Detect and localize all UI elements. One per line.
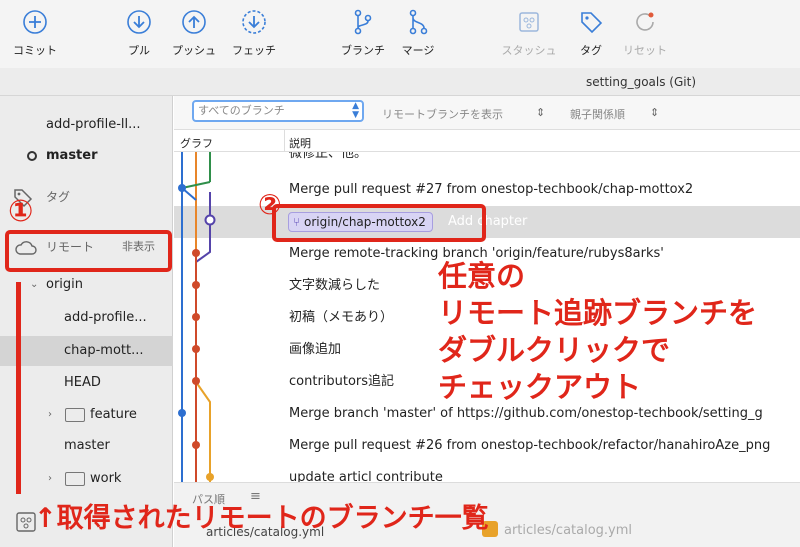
reset-label: リセット bbox=[623, 44, 667, 57]
fetch-circle-icon bbox=[242, 10, 266, 34]
annotation-number-2: ② bbox=[258, 188, 282, 221]
commit-message: 微修正、他。 bbox=[289, 152, 368, 161]
order-select[interactable]: 親子関係順 bbox=[570, 106, 625, 122]
sidebar-remote-branch-selected[interactable]: chap-mott... bbox=[0, 336, 173, 366]
fetch-button[interactable]: フェッチ bbox=[214, 8, 294, 58]
annotation-number-1: ① bbox=[8, 194, 34, 229]
arrow-up-circle-icon bbox=[182, 10, 206, 34]
column-description[interactable]: 説明 bbox=[289, 135, 311, 151]
annotation-box-remotes bbox=[5, 230, 172, 272]
sidebar: add-profile-ll... master タグ リモート 非表示 ⌄ o… bbox=[0, 96, 173, 547]
chevron-updown-icon[interactable]: ⇕ bbox=[650, 106, 659, 119]
commit-label: コミット bbox=[13, 44, 57, 57]
sidebar-branch-master[interactable]: master bbox=[0, 141, 173, 171]
commit-message: 画像追加 bbox=[289, 342, 342, 357]
chevron-right-icon[interactable]: › bbox=[48, 400, 52, 430]
arrow-down-circle-icon bbox=[127, 10, 151, 34]
sidebar-remote-folder-work[interactable]: › work bbox=[0, 464, 173, 494]
sidebar-remote-origin[interactable]: ⌄ origin bbox=[0, 270, 173, 300]
sidebar-remote-master[interactable]: master bbox=[0, 431, 173, 461]
merge-label: マージ bbox=[401, 44, 435, 57]
commit-dot bbox=[178, 184, 186, 192]
commit-message: update articl contribute bbox=[289, 470, 443, 482]
commit-message: contributors追記 bbox=[289, 374, 395, 389]
folder-icon bbox=[65, 408, 85, 422]
branch-filter-value: すべてのブランチ bbox=[198, 104, 285, 117]
commit-dot bbox=[192, 377, 200, 385]
filter-bar: すべてのブランチ ▲ ▼ リモートブランチを表示 ⇕ 親子関係順 ⇕ bbox=[174, 96, 800, 130]
merge-button[interactable]: マージ bbox=[378, 8, 458, 58]
annotation-box-branch bbox=[272, 204, 486, 242]
reset-icon bbox=[636, 12, 654, 31]
commit-dot bbox=[192, 441, 200, 449]
sidebar-branch-master-label: master bbox=[46, 148, 98, 163]
sidebar-remote-head[interactable]: HEAD bbox=[0, 368, 173, 398]
chevron-updown-icon: ▲ ▼ bbox=[352, 101, 359, 120]
folder-icon bbox=[65, 472, 85, 486]
folder-label: work bbox=[90, 471, 122, 486]
file-path-right[interactable]: articles/catalog.yml bbox=[504, 523, 632, 538]
sidebar-remote-origin-label: origin bbox=[46, 277, 84, 292]
annotation-bottom-note: ↑取得されたリモートのブランチ一覧 bbox=[34, 503, 489, 534]
fetch-label: フェッチ bbox=[232, 44, 276, 57]
commit-dot bbox=[192, 313, 200, 321]
annotation-note-line: ダブルクリックで bbox=[438, 333, 671, 367]
annotation-note-line: 任意の bbox=[438, 259, 526, 293]
tag-icon bbox=[581, 12, 603, 34]
folder-label: feature bbox=[90, 407, 137, 422]
column-graph[interactable]: グラフ bbox=[180, 135, 213, 151]
annotation-note-line: リモート追跡ブランチを bbox=[438, 296, 758, 330]
show-remote-branches-toggle[interactable]: リモートブランチを表示 bbox=[382, 106, 503, 122]
commit-button[interactable]: コミット bbox=[0, 8, 75, 58]
commit-dot bbox=[192, 345, 200, 353]
branch-icon bbox=[354, 9, 372, 35]
commit-dot bbox=[178, 409, 186, 417]
merge-icon bbox=[409, 9, 428, 35]
commit-message: 初稿（メモあり） bbox=[289, 310, 394, 325]
sidebar-tags-label: タグ bbox=[46, 190, 71, 204]
annotation-note-line: チェックアウト bbox=[438, 370, 642, 404]
commit-message: Merge pull request #27 from onestop-tech… bbox=[289, 182, 694, 197]
toolbar: コミット プル プッシュ フェッチ ブランチ マージ スタッシュ タグ リセット bbox=[0, 0, 800, 68]
commit-message: 文字数減らした bbox=[289, 278, 381, 293]
annotation-note: 任意の リモート追跡ブランチを ダブルクリックで チェックアウト bbox=[438, 258, 757, 406]
commit-dot bbox=[204, 214, 216, 226]
column-divider bbox=[284, 130, 285, 152]
title-bar: setting_goals (Git) bbox=[0, 68, 800, 96]
current-branch-icon bbox=[27, 151, 37, 161]
chevron-right-icon[interactable]: › bbox=[48, 464, 52, 494]
commit-dot bbox=[206, 473, 214, 481]
sidebar-branch-add-profile[interactable]: add-profile-ll... bbox=[0, 110, 173, 140]
plus-circle-icon bbox=[23, 10, 47, 34]
window-title: setting_goals (Git) bbox=[585, 75, 696, 89]
commit-message: Merge pull request #26 from onestop-tech… bbox=[289, 438, 771, 453]
graph-line-yellow bbox=[195, 381, 211, 487]
reset-button[interactable]: リセット bbox=[605, 8, 685, 58]
stash-icon bbox=[519, 12, 539, 32]
sidebar-remote-folder-feature[interactable]: › feature bbox=[0, 400, 173, 430]
chevron-updown-icon[interactable]: ⇕ bbox=[536, 106, 545, 119]
annotation-bracket bbox=[16, 282, 21, 494]
commit-dot bbox=[192, 281, 200, 289]
sidebar-remote-branch[interactable]: add-profile... bbox=[0, 303, 173, 333]
column-header: グラフ 説明 bbox=[174, 130, 800, 152]
commit-dot bbox=[192, 249, 200, 257]
chevron-down-icon[interactable]: ⌄ bbox=[30, 270, 38, 300]
branch-filter-select[interactable]: すべてのブランチ ▲ ▼ bbox=[192, 100, 364, 122]
